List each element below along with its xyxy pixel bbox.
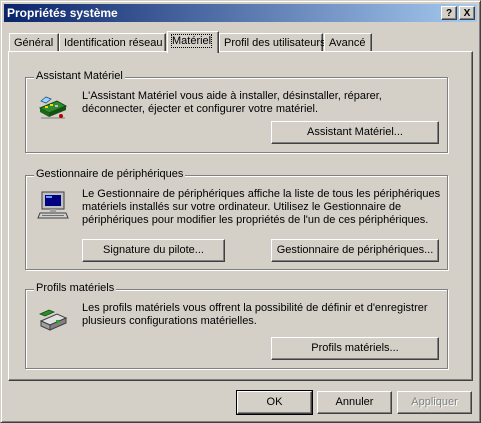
tab-user-profiles-label: Profil des utilisateurs	[224, 37, 326, 49]
system-properties-window: Propriétés système ? X Général Identific…	[0, 0, 481, 423]
window-title: Propriétés système	[7, 6, 118, 20]
ok-button[interactable]: OK	[236, 390, 313, 415]
hardware-wizard-description: L'Assistant Matériel vous aide à install…	[82, 90, 382, 115]
device-manager-button-label: Gestionnaire de périphériques...	[276, 244, 434, 256]
tab-hardware[interactable]: Matériel	[167, 31, 219, 53]
apply-button-label: Appliquer	[411, 396, 458, 408]
hardware-wizard-button-label: Assistant Matériel...	[307, 126, 403, 138]
hardware-profiles-description: Les profils matériels vous offrent la po…	[82, 302, 428, 327]
hardware-wizard-group: Assistant Matériel L'Assistant Matériel …	[25, 70, 448, 153]
tab-hardware-label: Matériel	[170, 34, 213, 48]
driver-signing-button[interactable]: Signature du pilote...	[82, 239, 225, 262]
tab-general-label: Général	[14, 37, 54, 49]
device-manager-group-label: Gestionnaire de périphériques	[34, 168, 186, 180]
hardware-profile-icon	[38, 309, 68, 331]
cancel-button-label: Annuler	[335, 396, 374, 408]
tab-general[interactable]: Général	[9, 33, 59, 52]
device-manager-group: Gestionnaire de périphériques Le Gestion…	[25, 168, 448, 270]
tab-user-profiles[interactable]: Profil des utilisateurs	[219, 33, 326, 52]
hardware-profiles-group: Profils matériels Les profils matériels …	[25, 282, 448, 369]
hardware-profiles-button[interactable]: Profils matériels...	[271, 337, 439, 360]
tab-network-identification[interactable]: Identification réseau	[59, 33, 166, 52]
title-bar[interactable]: Propriétés système ? X	[4, 4, 477, 22]
computer-icon	[37, 191, 69, 219]
hardware-profiles-group-label: Profils matériels	[34, 282, 117, 294]
apply-button[interactable]: Appliquer	[397, 391, 472, 414]
tab-advanced[interactable]: Avancé	[324, 33, 372, 52]
close-button[interactable]: X	[459, 6, 475, 20]
cancel-button[interactable]: Annuler	[317, 391, 392, 414]
hardware-profiles-button-label: Profils matériels...	[311, 342, 399, 354]
hardware-wizard-icon	[38, 96, 68, 119]
help-button[interactable]: ?	[441, 6, 457, 20]
hardware-wizard-group-label: Assistant Matériel	[34, 70, 125, 82]
tab-network-identification-label: Identification réseau	[64, 37, 163, 49]
hardware-wizard-button[interactable]: Assistant Matériel...	[271, 121, 439, 144]
device-manager-description: Le Gestionnaire de périphériques affiche…	[82, 188, 441, 226]
device-manager-button[interactable]: Gestionnaire de périphériques...	[271, 239, 439, 262]
ok-button-label: OK	[266, 396, 283, 408]
hardware-tab-panel: Assistant Matériel L'Assistant Matériel …	[8, 51, 473, 381]
tab-advanced-label: Avancé	[329, 37, 366, 49]
driver-signing-button-label: Signature du pilote...	[103, 244, 204, 256]
